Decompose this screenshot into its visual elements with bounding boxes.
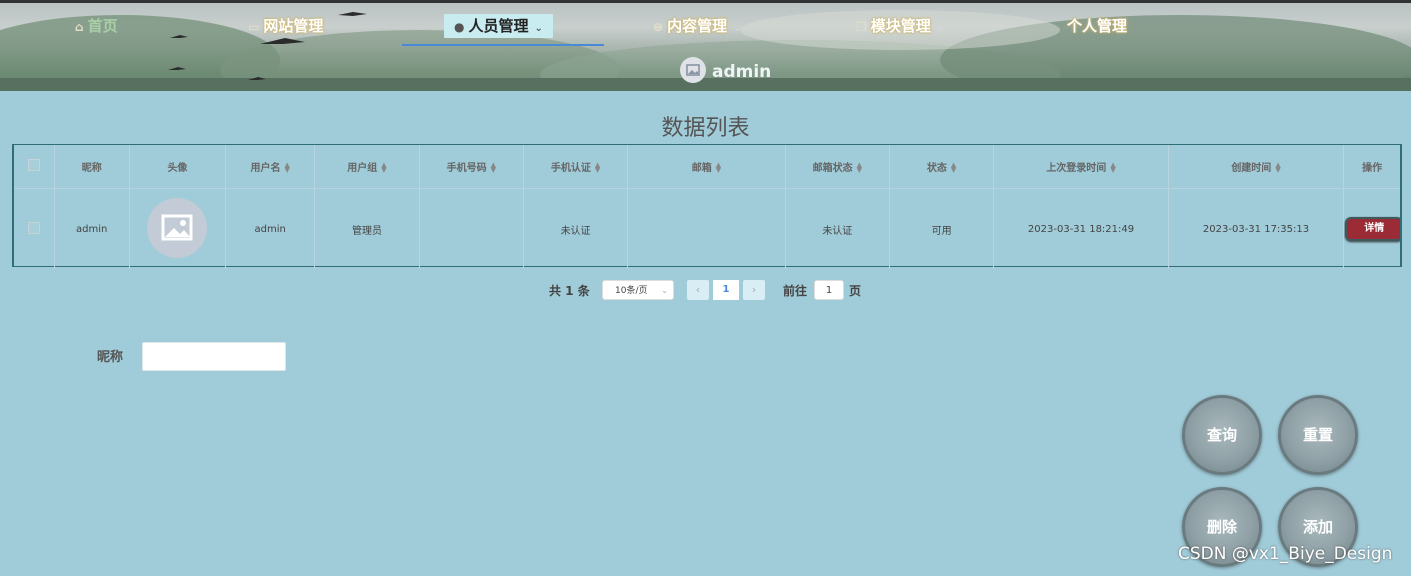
column-header-sortable[interactable]: 上次登录时间 ▲ ▼ [993,145,1169,189]
column-label: 上次登录时间 [1046,163,1107,174]
top-header: ⌂ 首页 ▭ 网站管理 ● 人员管理 ⌄ ⊜ 内容管理 ⌄ ❐ 模块管理 ⌄ 个人管理 admi… [0,0,1411,91]
column-header: 操作 [1343,145,1400,189]
table-row: admin admin 管理员 未认证 未认证 可用 2023-03-31 18… [14,188,1400,270]
image-placeholder-icon [161,214,193,240]
column-header-sortable[interactable]: 邮箱 ▲ ▼ [627,145,786,189]
table-header-row: 昵称 头像 用户名 ▲ ▼ 用户组 ▲ ▼ 手机号码 ▲ ▼ 手机认证 ▲ ▼ 邮箱 ▲ ▼ 邮箱状… [14,145,1400,189]
column-label: 用户组 [347,163,378,174]
sort-icon[interactable]: ▲ ▼ [595,162,600,174]
monitor-icon: ▭ [248,20,260,34]
nav-label: 模块管理 [870,17,931,35]
chevron-down-icon: ⌄ [936,23,946,34]
column-header-sortable[interactable]: 手机认证 ▲ ▼ [523,145,629,189]
active-nav-underline [402,44,604,46]
data-table: 昵称 头像 用户名 ▲ ▼ 用户组 ▲ ▼ 手机号码 ▲ ▼ 手机认证 ▲ ▼ 邮箱 ▲ ▼ 邮箱状… [12,144,1402,270]
column-label: 创建时间 [1231,163,1272,174]
query-button[interactable]: 查询 [1182,395,1262,475]
module-icon: ❐ [856,20,867,34]
reset-button[interactable]: 重置 [1278,395,1358,475]
nickname-label: 昵称 [97,350,124,365]
page-number-current[interactable]: 1 [713,280,739,300]
column-header-sortable[interactable]: 用户名 ▲ ▼ [225,145,316,189]
chevron-left-icon: ‹ [695,283,701,296]
column-label: 邮箱状态 [812,163,853,174]
sort-icon[interactable]: ▲ ▼ [857,162,862,174]
nav-item-home[interactable]: ⌂ 首页 [75,14,118,38]
column-label: 手机号码 [446,163,487,174]
watermark-text: CSDN @vx1_Biye_Design [1178,544,1393,564]
select-all-cell [14,145,55,189]
email-cell [627,188,786,269]
nav-label: 首页 [87,17,118,35]
sort-icon[interactable]: ▲ ▼ [951,162,956,174]
nav-item-personal-management[interactable]: 个人管理 [1067,14,1127,38]
last-login-cell: 2023-03-31 18:21:49 [993,188,1169,269]
home-icon: ⌂ [75,20,84,34]
username-label: admin [712,62,772,82]
nickname-search-input[interactable] [142,342,286,371]
created-cell: 2023-03-31 17:35:13 [1168,188,1345,269]
sort-icon[interactable]: ▲ ▼ [491,162,496,174]
avatar [147,197,208,258]
avatar [680,57,706,83]
column-label: 用户名 [250,163,281,174]
column-header-sortable[interactable]: 创建时间 ▲ ▼ [1168,145,1345,189]
column-label: 头像 [167,163,188,174]
nav-item-site-management[interactable]: ▭ 网站管理 [248,14,323,38]
column-header-sortable[interactable]: 状态 ▲ ▼ [889,145,995,189]
sort-icon[interactable]: ▲ ▼ [285,162,290,174]
column-header: 头像 [129,145,227,189]
username-cell: admin [225,188,316,269]
chevron-down-icon: ⌄ [733,23,742,34]
page-title: 数据列表 [661,116,750,141]
column-header: 昵称 [54,145,130,189]
phone-verify-cell: 未认证 [523,188,629,269]
column-label: 昵称 [81,163,102,174]
page-size-value: 10条/页 [615,286,648,296]
nav-label: 人员管理 [468,17,529,35]
chevron-down-icon: ⌄ [534,23,543,34]
nav-item-content-management[interactable]: ⊜ 内容管理 ⌄ [653,14,741,38]
nav-item-personnel-management[interactable]: ● 人员管理 ⌄ [444,14,553,38]
nav-label: 网站管理 [263,17,324,35]
column-label: 手机认证 [550,163,591,174]
pagination-total: 共 1 条 [549,284,590,298]
action-cell: 详情 [1344,189,1400,270]
nav-label: 个人管理 [1067,17,1128,35]
column-label: 状态 [926,163,947,174]
sort-icon[interactable]: ▲ ▼ [716,162,721,174]
image-placeholder-icon [686,64,700,76]
email-status-cell: 未认证 [785,188,890,269]
chevron-right-icon: › [751,283,757,296]
prev-page-button[interactable]: ‹ [687,280,709,300]
nickname-cell: admin [54,188,130,269]
group-cell: 管理员 [314,188,420,269]
sort-icon[interactable]: ▲ ▼ [381,162,386,174]
chevron-down-icon: ⌄ [661,286,668,295]
row-select-cell [14,188,55,269]
column-header-sortable[interactable]: 手机号码 ▲ ▼ [419,145,524,189]
select-all-checkbox[interactable] [27,159,40,171]
detail-button[interactable]: 详情 [1345,217,1400,241]
column-label: 邮箱 [691,163,712,174]
nav-label: 内容管理 [667,17,728,35]
goto-page-input[interactable]: 1 [814,280,844,300]
column-label: 操作 [1362,163,1383,174]
page-size-select[interactable]: 10条/页 ⌄ [602,280,674,300]
column-header-sortable[interactable]: 用户组 ▲ ▼ [314,145,420,189]
next-page-button[interactable]: › [743,280,765,300]
sort-icon[interactable]: ▲ ▼ [1275,162,1280,174]
goto-label: 前往 [783,284,808,298]
sort-icon[interactable]: ▲ ▼ [1110,162,1115,174]
user-icon: ● [454,20,465,34]
phone-cell [419,188,524,269]
avatar-cell [129,188,227,269]
goto-suffix-label: 页 [849,284,862,298]
column-header-sortable[interactable]: 邮箱状态 ▲ ▼ [785,145,890,189]
status-cell: 可用 [889,188,995,269]
content-icon: ⊜ [653,20,664,34]
current-user[interactable]: admin [680,57,772,86]
nav-item-module-management[interactable]: ❐ 模块管理 ⌄ [856,14,945,38]
row-checkbox[interactable] [27,221,40,234]
